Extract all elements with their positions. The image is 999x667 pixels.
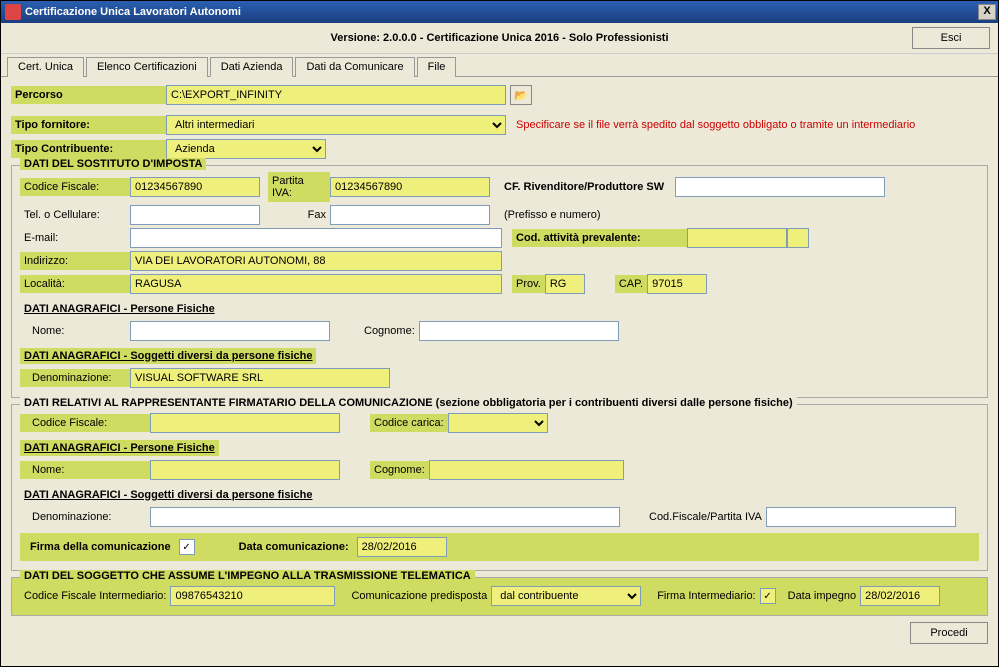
rapp-cfpiva-input[interactable]	[766, 507, 956, 527]
procedi-button[interactable]: Procedi	[910, 622, 988, 644]
fax-label: Fax	[268, 206, 330, 224]
percorso-input[interactable]	[166, 85, 506, 105]
cf-label: Codice Fiscale:	[20, 178, 130, 196]
tel-input[interactable]	[130, 205, 260, 225]
tr-firma-checkbox[interactable]: ✓	[760, 588, 776, 604]
tipo-contribuente-label: Tipo Contribuente:	[11, 140, 166, 158]
rappresentante-legend: DATI RELATIVI AL RAPPRESENTANTE FIRMATAR…	[20, 397, 797, 409]
localita-label: Località:	[20, 275, 130, 293]
folder-icon: 📂	[514, 89, 528, 102]
tab-dati-comunicare[interactable]: Dati da Comunicare	[295, 57, 414, 77]
esci-button[interactable]: Esci	[912, 27, 990, 49]
tr-comp-select[interactable]: dal contribuente	[491, 586, 641, 606]
anag-sd-header: DATI ANAGRAFICI - Soggetti diversi da pe…	[20, 348, 316, 364]
version-text: Versione: 2.0.0.0 - Certificazione Unica…	[87, 32, 912, 44]
nome-input[interactable]	[130, 321, 330, 341]
rapp-denom-label: Denominazione:	[20, 508, 150, 526]
rapp-denom-input[interactable]	[150, 507, 620, 527]
tr-data-input[interactable]	[860, 586, 940, 606]
denom-input[interactable]	[130, 368, 390, 388]
app-icon	[5, 4, 21, 20]
denom-label: Denominazione:	[20, 369, 130, 387]
cod-att-input[interactable]	[687, 228, 787, 248]
window-title: Certificazione Unica Lavoratori Autonomi	[25, 6, 241, 18]
cod-att-label: Cod. attività prevalente:	[512, 229, 687, 247]
tel-label: Tel. o Cellulare:	[20, 206, 130, 224]
tr-cf-label: Codice Fiscale Intermediario:	[20, 587, 170, 605]
cf-riv-input[interactable]	[675, 177, 885, 197]
rapp-nome-label: Nome:	[20, 461, 150, 479]
rapp-cc-select[interactable]	[448, 413, 548, 433]
title-bar: Certificazione Unica Lavoratori Autonomi…	[1, 1, 998, 23]
firma-label: Firma della comunicazione	[26, 538, 175, 556]
cognome-label: Cognome:	[360, 322, 419, 340]
sostituto-fieldset: DATI DEL SOSTITUTO D'IMPOSTA Codice Fisc…	[11, 165, 988, 398]
tr-firma-label: Firma Intermediario:	[653, 587, 759, 605]
indirizzo-input[interactable]	[130, 251, 502, 271]
trasmissione-legend: DATI DEL SOGGETTO CHE ASSUME L'IMPEGNO A…	[20, 570, 475, 582]
cf-input[interactable]	[130, 177, 260, 197]
piva-input[interactable]	[330, 177, 490, 197]
rapp-cognome-input[interactable]	[429, 460, 624, 480]
rapp-cf-label: Codice Fiscale:	[20, 414, 150, 432]
rapp-pf-header: DATI ANAGRAFICI - Persone Fisiche	[20, 440, 219, 456]
localita-input[interactable]	[130, 274, 502, 294]
rappresentante-fieldset: DATI RELATIVI AL RAPPRESENTANTE FIRMATAR…	[11, 404, 988, 571]
header-row: Versione: 2.0.0.0 - Certificazione Unica…	[1, 23, 998, 54]
cap-input[interactable]	[647, 274, 707, 294]
fax-input[interactable]	[330, 205, 490, 225]
indirizzo-label: Indirizzo:	[20, 252, 130, 270]
anag-pf-header: DATI ANAGRAFICI - Persone Fisiche	[20, 301, 219, 317]
tr-comp-label: Comunicazione predisposta	[347, 587, 491, 605]
email-label: E-mail:	[20, 229, 130, 247]
prov-label: Prov.	[512, 275, 545, 293]
tipo-fornitore-label: Tipo fornitore:	[11, 116, 166, 134]
tipo-contribuente-select[interactable]: Azienda	[166, 139, 326, 159]
data-com-input[interactable]	[357, 537, 447, 557]
cod-att-lookup-button[interactable]	[787, 228, 809, 248]
tipo-fornitore-helper: Specificare se il file verrà spedito dal…	[516, 119, 915, 131]
tab-file[interactable]: File	[417, 57, 457, 77]
percorso-label: Percorso	[11, 86, 166, 104]
piva-label: Partita IVA:	[268, 172, 330, 202]
tab-bar: Cert. Unica Elenco Certificazioni Dati A…	[1, 54, 998, 77]
close-button[interactable]: X	[978, 4, 996, 20]
nome-label: Nome:	[20, 322, 130, 340]
tab-dati-azienda[interactable]: Dati Azienda	[210, 57, 294, 77]
folder-button[interactable]: 📂	[510, 85, 532, 105]
firma-checkbox[interactable]: ✓	[179, 539, 195, 555]
cognome-input[interactable]	[419, 321, 619, 341]
tab-cert-unica[interactable]: Cert. Unica	[7, 57, 84, 77]
email-input[interactable]	[130, 228, 502, 248]
cf-riv-label: CF. Rivenditore/Produttore SW	[500, 178, 675, 196]
trasmissione-fieldset: DATI DEL SOGGETTO CHE ASSUME L'IMPEGNO A…	[11, 577, 988, 616]
rapp-cc-label: Codice carica:	[370, 414, 448, 432]
rapp-cf-input[interactable]	[150, 413, 340, 433]
cap-label: CAP.	[615, 275, 647, 293]
prov-input[interactable]	[545, 274, 585, 294]
tab-elenco[interactable]: Elenco Certificazioni	[86, 57, 208, 77]
sostituto-legend: DATI DEL SOSTITUTO D'IMPOSTA	[20, 158, 206, 170]
tr-data-label: Data impegno	[784, 587, 861, 605]
rapp-cfpiva-label: Cod.Fiscale/Partita IVA	[645, 508, 766, 526]
content-area: Percorso 📂 Tipo fornitore: Altri interme…	[1, 77, 998, 666]
prefisso-text: (Prefisso e numero)	[500, 206, 605, 224]
tr-cf-input[interactable]	[170, 586, 335, 606]
rapp-nome-input[interactable]	[150, 460, 340, 480]
data-com-label: Data comunicazione:	[235, 538, 353, 556]
close-icon: X	[983, 5, 990, 17]
tipo-fornitore-select[interactable]: Altri intermediari	[166, 115, 506, 135]
rapp-cognome-label: Cognome:	[370, 461, 429, 479]
rapp-sd-header: DATI ANAGRAFICI - Soggetti diversi da pe…	[20, 487, 316, 503]
